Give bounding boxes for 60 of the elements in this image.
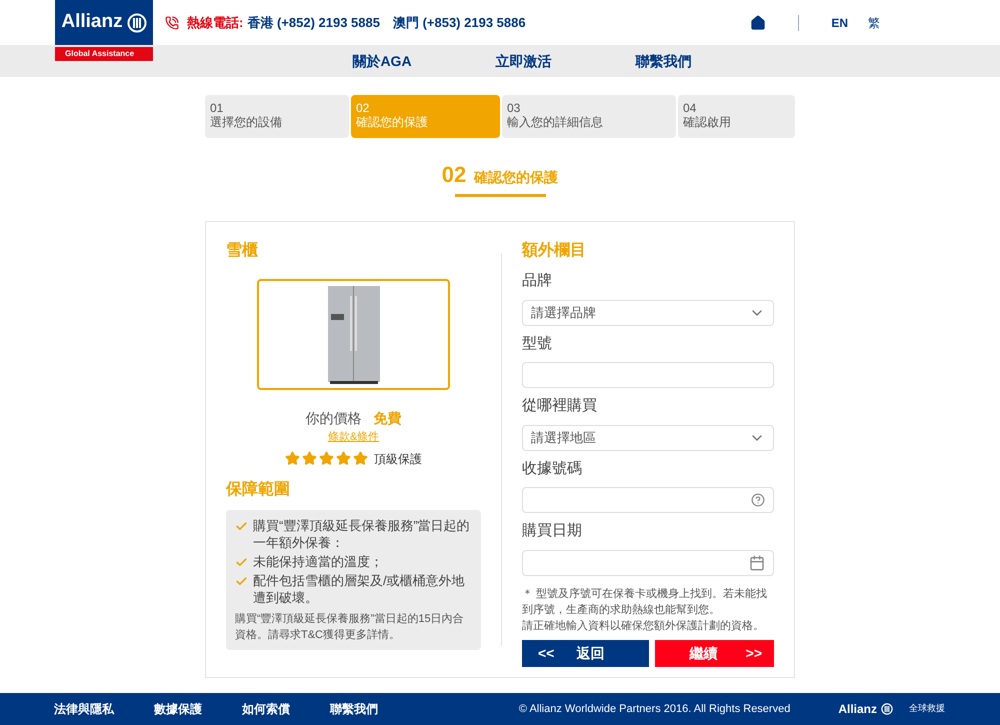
logo-icon: [126, 12, 147, 32]
form-note: ＊ 型號及序號可在保養卡或機身上找到。若未能找到序號，生產商的求助熱線也能幫到您。: [522, 586, 768, 618]
footer-link[interactable]: 數據保護: [154, 700, 202, 718]
footer-link[interactable]: 聯繫我們: [330, 700, 378, 718]
select-placeholder: 請選擇品牌: [531, 304, 596, 322]
star-icon: [336, 451, 351, 466]
price-label: 你的價格: [306, 409, 362, 428]
field-label: 購買日期: [522, 521, 583, 541]
phone-icon: [165, 16, 179, 30]
back-button[interactable]: << 返回: [522, 640, 649, 666]
extra-title: 額外欄目: [522, 240, 587, 261]
form-note: 請正確地輸入資料以確保您額外保護計劃的資格。: [522, 618, 765, 634]
coverage-item: 配件包括雪櫃的層架及/或櫃桶意外地遭到破壞。: [253, 572, 466, 606]
check-icon: [235, 520, 248, 532]
coverage-note: 購買“豐澤頂級延長保養服務”當日起的15日內合資格。請尋求T&C獲得更多詳情。: [235, 612, 465, 642]
logo-text: Allianz: [838, 701, 877, 718]
field-label: 收據號碼: [522, 458, 583, 478]
coverage-item: 未能保持適當的溫度；: [253, 552, 383, 570]
calendar-icon: [749, 554, 765, 570]
coverage-title: 保障範圍: [226, 479, 291, 500]
language-link[interactable]: EN: [831, 14, 848, 32]
product-title: 雪櫃: [226, 240, 259, 261]
footer-link[interactable]: 如何索償: [242, 700, 290, 718]
step-tab[interactable]: 03 輸入您的詳細信息: [502, 95, 676, 138]
check-icon: [235, 574, 248, 588]
page-title: 02 確認您的保護: [442, 161, 558, 189]
select-field[interactable]: 請選擇品牌: [522, 300, 774, 326]
star-icon: [353, 451, 368, 466]
field-label: 從哪裡購買: [522, 396, 598, 416]
field-label: 品牌: [522, 271, 553, 291]
logo-text: Allianz: [61, 10, 123, 34]
footer-logo-subtitle: 全球救援: [909, 702, 945, 716]
select-placeholder: 請選擇地區: [531, 428, 596, 447]
price-value: 免費: [374, 409, 402, 428]
nav-link[interactable]: 立即激活: [496, 50, 552, 72]
language-link[interactable]: 繁: [868, 14, 880, 32]
continue-button[interactable]: 繼續 >>: [655, 640, 774, 666]
star-icon: [302, 451, 317, 466]
nav-link[interactable]: 關於AGA: [352, 50, 412, 72]
check-icon: [235, 556, 248, 568]
logo-icon: [881, 703, 893, 715]
step-tab[interactable]: 01 選擇您的設備: [205, 95, 349, 138]
hotline-numbers: 香港 (+852) 2193 5885 澳門 (+853) 2193 5886: [247, 14, 526, 32]
hotline-label: 熱線電話:: [187, 14, 244, 32]
step-tab[interactable]: 04 確認啟用: [678, 95, 795, 138]
date-field[interactable]: [522, 550, 774, 576]
field-label: 型號: [522, 334, 553, 354]
input-field[interactable]: [522, 362, 774, 388]
star-icon: [285, 451, 300, 466]
footer-link[interactable]: 法律與隱私: [54, 700, 114, 718]
home-icon[interactable]: [750, 14, 766, 30]
input-field[interactable]: [522, 487, 774, 513]
copyright-text: © Allianz Worldwide Partners 2016. All Rights Reserved: [518, 702, 790, 717]
tier-label: 頂級保護: [374, 450, 422, 468]
select-field[interactable]: 請選擇地區: [522, 424, 774, 450]
logo-subtitle: Global Assistance: [65, 48, 134, 60]
help-icon: [751, 493, 765, 507]
nav-link[interactable]: 聯繫我們: [636, 50, 692, 72]
coverage-item: 購買“豐澤頂級延長保養服務”當日起的一年額外保養：: [253, 516, 471, 550]
star-icon: [319, 451, 334, 466]
